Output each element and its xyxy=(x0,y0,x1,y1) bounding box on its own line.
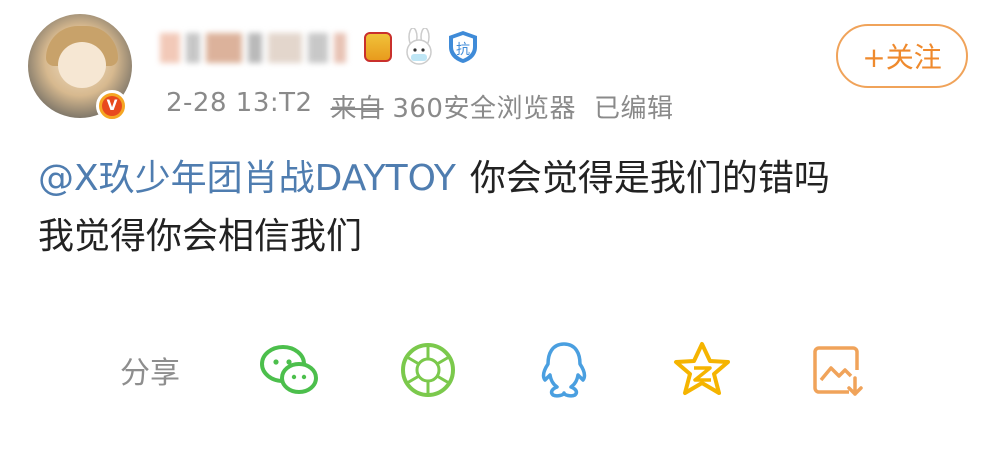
post-source-prefix: 来自 xyxy=(330,94,384,124)
post-text-line-2: 我觉得你会相信我们 xyxy=(38,216,363,257)
wechat-icon[interactable] xyxy=(256,336,324,404)
post-text-line-1: @X玖少年团肖战DAYTOY 你会觉得是我们的错吗 xyxy=(38,150,968,208)
share-label: 分享 xyxy=(120,356,180,391)
follow-label: +关注 xyxy=(862,41,942,74)
qzone-icon[interactable] xyxy=(668,336,736,404)
shield-icon: 抗 xyxy=(446,29,480,65)
follow-button[interactable]: +关注 xyxy=(836,24,968,88)
verified-badge-icon: V xyxy=(96,90,128,122)
post-edited: 已编辑 xyxy=(593,94,674,124)
post-time: 2-28 13:T2 xyxy=(166,88,313,118)
share-bar: 分享 xyxy=(0,330,1000,410)
post-source-name: 360安全浏览器 xyxy=(392,94,576,124)
moments-icon[interactable] xyxy=(394,336,462,404)
save-image-icon[interactable] xyxy=(804,336,872,404)
post-meta: 2-28 13:T2 来自 360安全浏览器 已编辑 xyxy=(166,88,673,125)
qq-icon[interactable] xyxy=(530,336,598,404)
medal-icon xyxy=(364,32,392,62)
user-badges: 抗 xyxy=(364,28,480,66)
avatar-face xyxy=(58,42,106,88)
post-text: 你会觉得是我们的错吗 xyxy=(469,158,830,199)
post-source: 来自 360安全浏览器 xyxy=(331,88,576,125)
svg-text:抗: 抗 xyxy=(456,42,470,58)
post-content: @X玖少年团肖战DAYTOY 你会觉得是我们的错吗 我觉得你会相信我们 xyxy=(38,150,968,266)
bunny-icon xyxy=(400,28,438,66)
author-name-blurred[interactable] xyxy=(160,28,360,68)
mention-link[interactable]: @X玖少年团肖战DAYTOY xyxy=(38,158,456,199)
